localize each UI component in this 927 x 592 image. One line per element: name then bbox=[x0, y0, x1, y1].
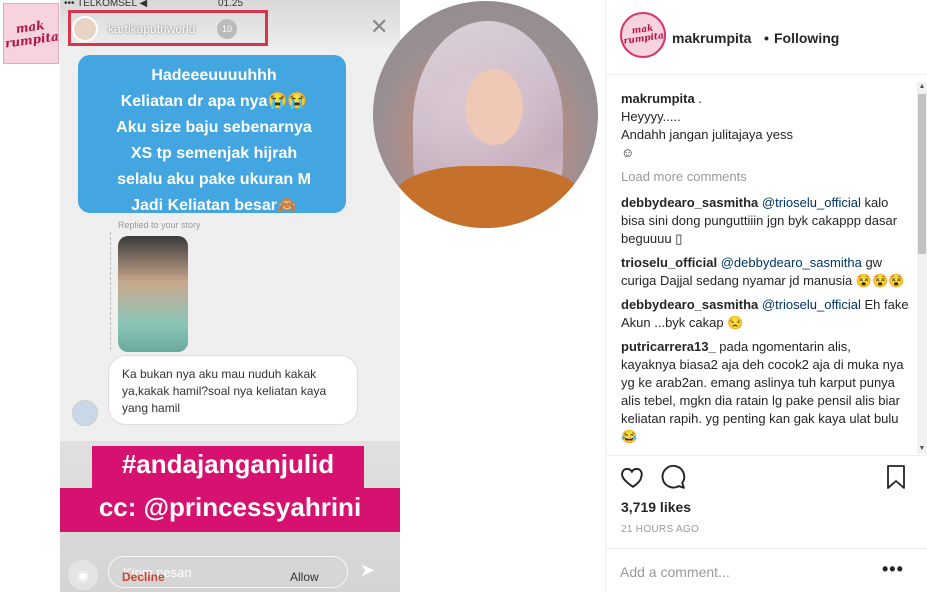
username-highlight-box bbox=[68, 10, 268, 46]
watermark-logo-text: mak rumpita bbox=[4, 17, 60, 51]
allow-button: Allow bbox=[290, 570, 319, 584]
comment-text: pada ngomentarin alis, kayaknya biasa2 a… bbox=[621, 339, 904, 444]
comment-item: debbydearo_sasmitha @trioselu_official E… bbox=[621, 296, 909, 332]
comment-mention[interactable]: @trioselu_official bbox=[762, 195, 861, 210]
comment-item: putricarrera13_ pada ngomentarin alis, k… bbox=[621, 338, 909, 446]
caption-line: Andahh jangan julitajaya yess bbox=[621, 127, 794, 142]
scroll-up-icon[interactable]: ▲ bbox=[917, 82, 927, 92]
add-comment-bar: ••• bbox=[606, 548, 927, 592]
caption-line: ☺ bbox=[621, 145, 635, 160]
portrait-face bbox=[465, 69, 523, 145]
bookmark-icon[interactable] bbox=[884, 464, 908, 495]
cc-banner-text: cc: @princessyahrini bbox=[98, 492, 362, 522]
decline-button: Decline bbox=[122, 570, 165, 584]
send-icon: ➤ bbox=[360, 560, 376, 580]
caption-line: Heyyyy..... bbox=[621, 109, 681, 124]
portrait-photo bbox=[373, 1, 598, 228]
load-more-comments-link[interactable]: Load more comments bbox=[621, 168, 909, 186]
comments-scrollbar[interactable]: ▲ ▼ bbox=[917, 82, 927, 454]
post-actions bbox=[606, 455, 927, 500]
comment-mention[interactable]: @trioselu_official bbox=[762, 297, 861, 312]
comment-mention[interactable]: @debbydearo_sasmitha bbox=[721, 255, 862, 270]
comment-username[interactable]: trioselu_official bbox=[621, 255, 717, 270]
portrait-shirt bbox=[393, 166, 583, 228]
likes-count[interactable]: 3,719 likes bbox=[621, 499, 691, 515]
status-carrier: ••• TELKOMSEL ◀ bbox=[64, 0, 148, 9]
reply-divider bbox=[110, 232, 111, 350]
post-image: mak rumpita ••• TELKOMSEL ◀ 01.25 kartik… bbox=[0, 0, 605, 592]
avatar-logo-text: mak rumpita bbox=[622, 23, 665, 47]
replied-to-story-label: Replied to your story bbox=[118, 220, 201, 230]
post-header: mak rumpita makrumpita • Following bbox=[606, 0, 927, 75]
status-time: 01.25 bbox=[218, 0, 244, 9]
comments-list[interactable]: makrumpita . Heyyyy..... Andahh jangan j… bbox=[621, 90, 909, 452]
comment-icon[interactable] bbox=[660, 464, 686, 495]
reply-message-text: Ka bukan nya aku mau nuduh kakak ya,kaka… bbox=[122, 367, 327, 415]
hashtag-banner-text: #andajanganjulid bbox=[121, 449, 335, 479]
scrollbar-thumb[interactable] bbox=[918, 94, 926, 254]
post-sidebar: mak rumpita makrumpita • Following makru… bbox=[605, 0, 927, 592]
add-comment-input[interactable] bbox=[620, 561, 870, 583]
comment-item: debbydearo_sasmitha @trioselu_official k… bbox=[621, 194, 909, 248]
heart-icon[interactable] bbox=[620, 464, 646, 495]
caption-username[interactable]: makrumpita bbox=[621, 91, 695, 106]
watermark-logo: mak rumpita bbox=[3, 3, 60, 64]
caption-suffix: . bbox=[694, 91, 702, 106]
camera-icon: ◉ bbox=[68, 560, 98, 590]
reply-avatar bbox=[72, 400, 98, 426]
avatar[interactable]: mak rumpita bbox=[620, 12, 666, 58]
comment-username[interactable]: debbydearo_sasmitha bbox=[621, 297, 758, 312]
dm-message-text: Hadeeeuuuuhhh Keliatan dr apa nya😭😭 Aku … bbox=[116, 67, 312, 214]
caption: makrumpita . Heyyyy..... Andahh jangan j… bbox=[621, 90, 909, 162]
scroll-down-icon[interactable]: ▼ bbox=[917, 444, 927, 454]
comment-username[interactable]: putricarrera13_ bbox=[621, 339, 716, 354]
story-close-icon: ✕ bbox=[370, 14, 389, 39]
header-separator: • bbox=[764, 30, 769, 46]
comment-item: trioselu_official @debbydearo_sasmitha g… bbox=[621, 254, 909, 290]
header-username[interactable]: makrumpita bbox=[672, 30, 751, 46]
comment-username[interactable]: debbydearo_sasmitha bbox=[621, 195, 758, 210]
more-options-icon[interactable]: ••• bbox=[882, 559, 904, 580]
following-button[interactable]: Following bbox=[774, 30, 839, 46]
post-timestamp[interactable]: 21 HOURS AGO bbox=[621, 524, 699, 535]
story-thumbnail bbox=[118, 236, 188, 352]
